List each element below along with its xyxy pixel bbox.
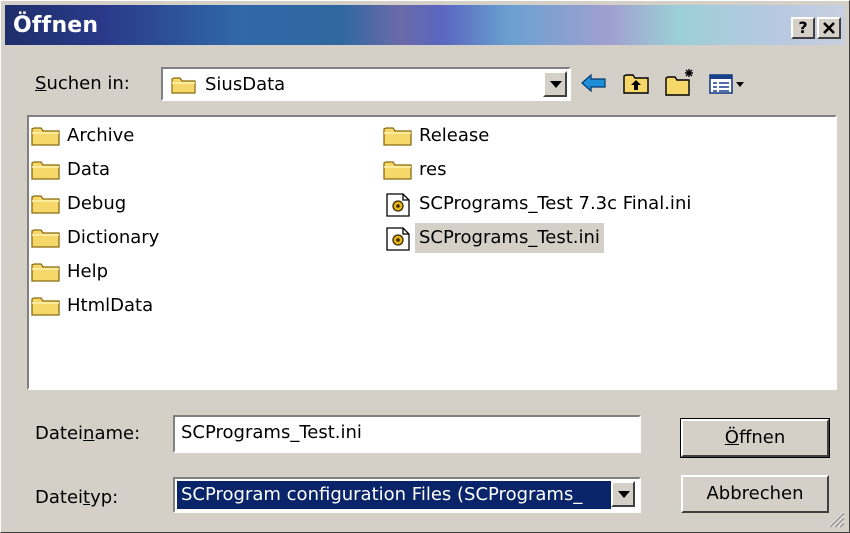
file-list[interactable]: Archive Data Debug Dictionary Help HtmlData R… [27,115,837,390]
folder-icon [31,127,60,146]
filetype-combobox[interactable]: SCProgram configuration Files (SCProgram… [173,477,641,513]
help-button[interactable]: ? [791,17,815,39]
ini-file-icon [386,227,410,251]
filename-input[interactable]: SCPrograms_Test.ini [173,415,641,453]
folder-icon [171,77,196,94]
new-folder-button[interactable] [663,67,693,99]
folder-icon [31,229,60,248]
close-button[interactable] [817,17,841,39]
folder-icon [31,161,60,180]
new-folder-icon [665,69,693,96]
look-in-combobox[interactable]: SiusData [161,67,571,101]
up-folder-icon [623,74,649,94]
item-name: SCPrograms_Test.ini [415,223,604,253]
title-bar[interactable]: Öffnen ? [5,5,845,45]
item-name: res [419,159,447,180]
look-in-label: Suchen in: [35,73,130,94]
filetype-value: SCProgram configuration Files (SCProgram… [177,481,611,509]
item-name: HtmlData [67,295,154,316]
filename-label: Dateiname: [35,423,141,444]
folder-icon [383,161,412,180]
dialog-title: Öffnen [13,13,99,38]
filename-value: SCPrograms_Test.ini [181,422,362,443]
folder-icon [31,195,60,214]
open-button[interactable]: Öffnen [680,418,830,458]
close-icon [823,22,835,34]
filetype-label: Dateityp: [35,487,119,508]
item-name: Archive [67,125,135,146]
view-menu-icon [709,74,744,94]
filetype-dropdown-button[interactable] [611,481,635,507]
item-name: SCPrograms_Test 7.3c Final.ini [419,193,692,214]
item-name: Debug [67,193,127,214]
view-menu-button[interactable] [707,67,747,99]
item-name: Dictionary [67,227,160,248]
resize-grip-icon[interactable] [823,506,845,528]
item-name: Data [67,159,110,180]
folder-icon [31,297,60,316]
cancel-button[interactable]: Abbrechen [681,475,829,513]
folder-icon [383,127,412,146]
look-in-value: SiusData [205,74,286,95]
open-dialog: Öffnen ? Suchen in: SiusData Archive Dat… [0,0,850,533]
folder-icon [31,263,60,282]
ini-file-icon [386,193,410,217]
back-arrow-icon [581,73,606,93]
item-name: Release [419,125,490,146]
back-button[interactable] [579,67,609,99]
item-name: Help [67,261,109,282]
up-one-level-button[interactable] [621,67,651,99]
look-in-dropdown-button[interactable] [543,71,567,97]
